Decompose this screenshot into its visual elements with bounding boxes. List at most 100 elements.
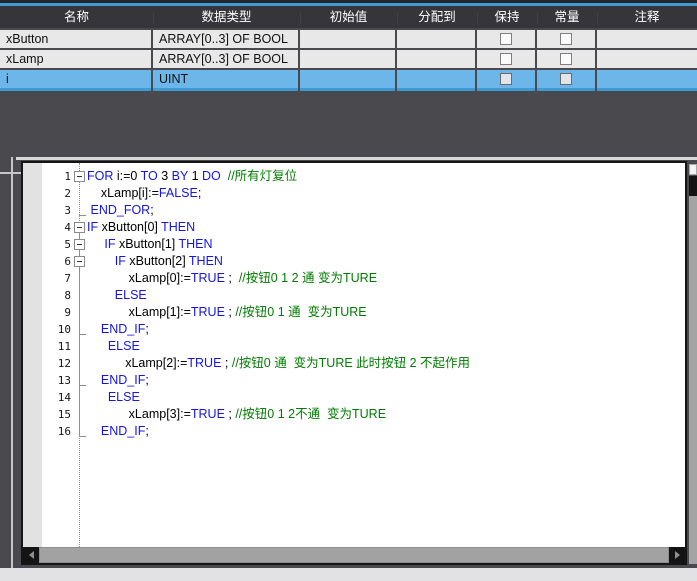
fold-collapse-icon[interactable] <box>74 256 85 267</box>
keyword-token: END_IF <box>101 424 145 438</box>
code-text[interactable]: IF xButton[2] THEN <box>87 253 223 270</box>
fold-column <box>74 168 87 185</box>
var-comment-cell[interactable] <box>597 50 697 68</box>
code-token <box>87 339 108 353</box>
var-initial-value-cell[interactable] <box>300 70 395 91</box>
table-row[interactable]: xLampARRAY[0..3] OF BOOL <box>0 50 697 68</box>
code-line[interactable]: 3 END_FOR; <box>23 202 685 219</box>
scrollbar-splitter-box[interactable] <box>689 164 697 175</box>
var-assigned-to-cell[interactable] <box>397 70 475 91</box>
code-line[interactable]: 7 xLamp[0]:=TRUE ; //按钮0 1 2 通 变为TURE <box>23 270 685 287</box>
code-line[interactable]: 11 ELSE <box>23 338 685 355</box>
horizontal-scrollbar-thumb[interactable] <box>40 548 668 562</box>
code-line[interactable]: 5 IF xButton[1] THEN <box>23 236 685 253</box>
vertical-scrollbar-thumb[interactable] <box>689 176 697 196</box>
code-line[interactable]: 12 xLamp[2]:=TRUE ; //按钮0 通 变为TURE 此时按钮 … <box>23 355 685 372</box>
var-table-header: 名称数据类型初始值分配到保持常量注释 <box>0 6 697 28</box>
var-table-rows: xButtonARRAY[0..3] OF BOOLxLampARRAY[0..… <box>0 30 697 91</box>
table-row[interactable]: iUINT <box>0 70 697 91</box>
code-text[interactable]: IF xButton[0] THEN <box>87 219 195 236</box>
comment-token: //按钮0 通 变为TURE 此时按钮 2 不起作用 <box>232 356 470 370</box>
code-token: 3 <box>158 169 172 183</box>
code-line[interactable]: 1FOR i:=0 TO 3 BY 1 DO //所有灯复位 <box>23 168 685 185</box>
fold-collapse-icon[interactable] <box>74 239 85 250</box>
code-line[interactable]: 2 xLamp[i]:=FALSE; <box>23 185 685 202</box>
code-area[interactable]: 1FOR i:=0 TO 3 BY 1 DO //所有灯复位2 xLamp[i]… <box>23 168 685 440</box>
code-text[interactable]: IF xButton[1] THEN <box>87 236 213 253</box>
var-assigned-to-cell[interactable] <box>397 50 475 68</box>
var-type-cell[interactable]: ARRAY[0..3] OF BOOL <box>153 30 298 48</box>
code-text[interactable]: ELSE <box>87 287 147 304</box>
code-token: ; <box>221 356 231 370</box>
code-line[interactable]: 6 IF xButton[2] THEN <box>23 253 685 270</box>
code-line[interactable]: 16 END_IF; <box>23 423 685 440</box>
retain-checkbox[interactable] <box>500 33 512 45</box>
fold-bracket-end <box>79 385 86 386</box>
keyword-token: ELSE <box>108 339 140 353</box>
code-line[interactable]: 15 xLamp[3]:=TRUE ; //按钮0 1 2不通 变为TURE <box>23 406 685 423</box>
fold-bracket-end <box>79 436 86 437</box>
code-text[interactable]: END_IF; <box>87 321 149 338</box>
code-text[interactable]: xLamp[2]:=TRUE ; //按钮0 通 变为TURE 此时按钮 2 不… <box>87 355 470 372</box>
code-editor[interactable]: 1FOR i:=0 TO 3 BY 1 DO //所有灯复位2 xLamp[i]… <box>21 161 687 565</box>
fold-collapse-icon[interactable] <box>74 222 85 233</box>
retain-checkbox[interactable] <box>500 73 512 85</box>
code-text[interactable]: ELSE <box>87 389 140 406</box>
code-text[interactable]: END_IF; <box>87 372 149 389</box>
code-line[interactable]: 9 xLamp[1]:=TRUE ; //按钮0 1 通 变为TURE <box>23 304 685 321</box>
var-initial-value-cell[interactable] <box>300 50 395 68</box>
keyword-token: END_IF <box>101 322 145 336</box>
scroll-left-button[interactable] <box>23 547 39 563</box>
retain-checkbox[interactable] <box>500 53 512 65</box>
var-comment-cell[interactable] <box>597 70 697 91</box>
scroll-right-button[interactable] <box>669 547 685 563</box>
code-token: ; <box>145 373 148 387</box>
keyword-token: END_FOR <box>90 203 150 217</box>
code-line[interactable]: 14 ELSE <box>23 389 685 406</box>
constant-checkbox[interactable] <box>560 33 572 45</box>
code-line[interactable]: 13 END_IF; <box>23 372 685 389</box>
fold-column <box>74 355 87 372</box>
code-text[interactable]: xLamp[1]:=TRUE ; //按钮0 1 通 变为TURE <box>87 304 367 321</box>
line-number: 14 <box>23 389 74 406</box>
constant-checkbox[interactable] <box>560 73 572 85</box>
code-text[interactable]: xLamp[0]:=TRUE ; //按钮0 1 2 通 变为TURE <box>87 270 377 287</box>
plc-ide-window: 名称数据类型初始值分配到保持常量注释 xButtonARRAY[0..3] OF… <box>0 0 697 581</box>
code-line[interactable]: 8 ELSE <box>23 287 685 304</box>
panel-splitter[interactable] <box>16 157 697 160</box>
column-header-comment: 注释 <box>597 6 697 28</box>
code-text[interactable]: xLamp[3]:=TRUE ; //按钮0 1 2不通 变为TURE <box>87 406 386 423</box>
var-comment-cell[interactable] <box>597 30 697 48</box>
horizontal-scrollbar[interactable] <box>23 547 685 563</box>
code-lines: 1FOR i:=0 TO 3 BY 1 DO //所有灯复位2 xLamp[i]… <box>23 168 685 440</box>
code-token <box>87 237 104 251</box>
keyword-token: IF <box>87 220 98 234</box>
var-type-cell[interactable]: UINT <box>153 70 298 91</box>
code-text[interactable]: xLamp[i]:=FALSE; <box>87 185 201 202</box>
var-name-cell[interactable]: i <box>0 70 151 91</box>
vertical-scrollbar-track[interactable] <box>689 196 697 564</box>
code-line[interactable]: 4IF xButton[0] THEN <box>23 219 685 236</box>
fold-collapse-icon[interactable] <box>74 171 85 182</box>
var-type-cell[interactable]: ARRAY[0..3] OF BOOL <box>153 50 298 68</box>
column-header-constant: 常量 <box>537 6 597 28</box>
table-row[interactable]: xButtonARRAY[0..3] OF BOOL <box>0 30 697 48</box>
code-text[interactable]: ELSE <box>87 338 140 355</box>
var-name-cell[interactable]: xLamp <box>0 50 151 68</box>
var-initial-value-cell[interactable] <box>300 30 395 48</box>
keyword-token: TRUE <box>187 356 221 370</box>
code-text[interactable]: END_FOR; <box>87 202 154 219</box>
constant-checkbox[interactable] <box>560 53 572 65</box>
var-assigned-to-cell[interactable] <box>397 30 475 48</box>
line-number: 12 <box>23 355 74 372</box>
code-text[interactable]: END_IF; <box>87 423 149 440</box>
line-number: 2 <box>23 185 74 202</box>
keyword-token: THEN <box>161 220 195 234</box>
fold-column <box>74 185 87 202</box>
fold-bracket-end <box>79 334 86 335</box>
code-text[interactable]: FOR i:=0 TO 3 BY 1 DO //所有灯复位 <box>87 168 297 185</box>
var-name-cell[interactable]: xButton <box>0 30 151 48</box>
code-line[interactable]: 10 END_IF; <box>23 321 685 338</box>
horizontal-scrollbar-track[interactable] <box>39 547 669 563</box>
keyword-token: IF <box>104 237 115 251</box>
